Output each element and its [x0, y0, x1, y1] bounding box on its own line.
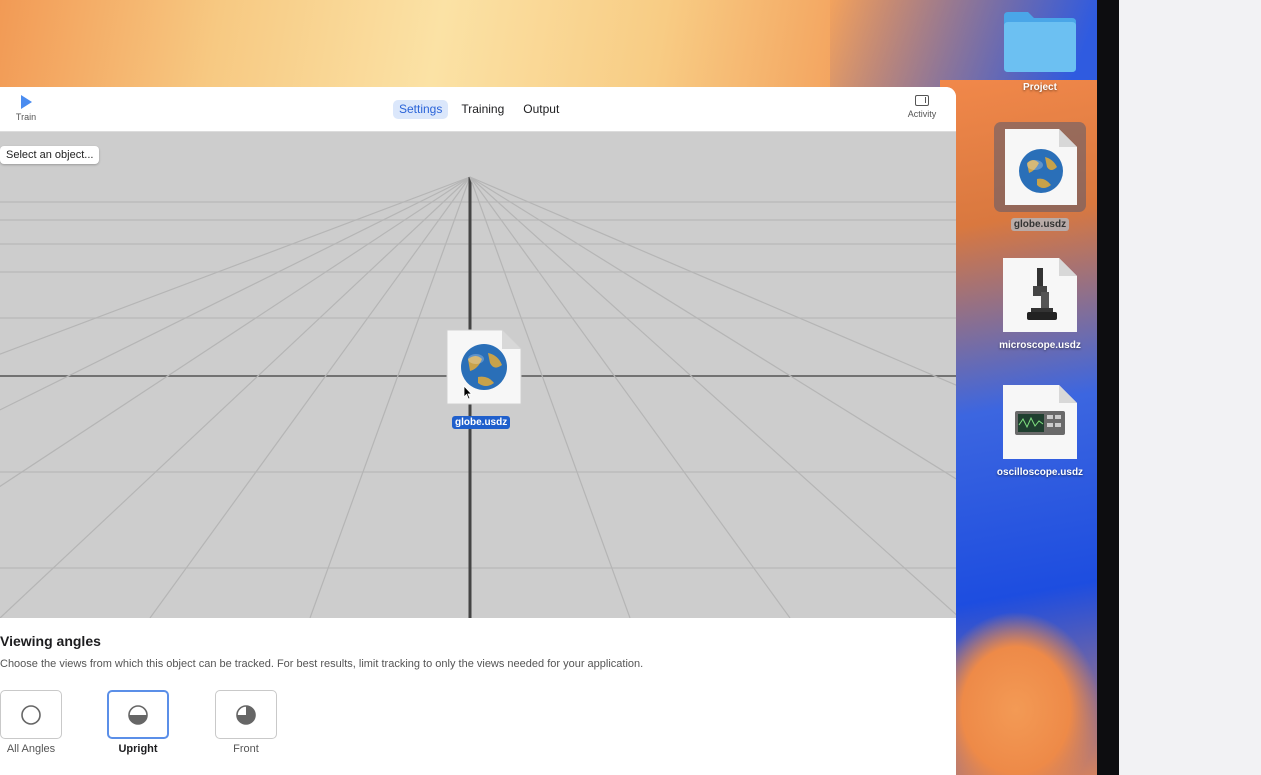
angle-option-box [0, 690, 62, 739]
select-object-button[interactable]: Select an object... [0, 146, 100, 164]
train-button[interactable]: Train [6, 95, 46, 122]
section-description: Choose the views from which this object … [0, 658, 644, 670]
folder-icon [1004, 12, 1076, 72]
circle-quarter-icon [236, 704, 256, 725]
mouse-cursor-icon [463, 385, 473, 400]
viewing-angles-section: Viewing angles Choose the views from whi… [0, 618, 956, 775]
angle-option-box [107, 690, 169, 739]
wallpaper-top-band [0, 0, 1097, 88]
desktop-item-label: Project [1023, 82, 1057, 93]
dragged-globe-file-icon[interactable] [446, 329, 522, 405]
angle-option-label: Upright [118, 743, 158, 755]
desktop-item-label: microscope.usdz [999, 340, 1081, 351]
desktop-item-project[interactable]: Project [990, 8, 1090, 93]
tab-output[interactable]: Output [517, 100, 565, 119]
tab-settings[interactable]: Settings [393, 100, 449, 119]
microscope-file-icon [1003, 258, 1077, 332]
angle-option-label: All Angles [6, 743, 56, 755]
activity-label: Activity [907, 109, 937, 119]
tab-training[interactable]: Training [455, 100, 510, 119]
angle-option-front[interactable]: Front [215, 690, 277, 755]
play-icon [20, 95, 32, 109]
angle-option-all-angles[interactable]: All Angles [0, 690, 62, 755]
desktop-item-globe[interactable]: globe.usdz [990, 122, 1090, 231]
desktop-item-oscilloscope[interactable]: oscilloscope.usdz [990, 383, 1090, 478]
activity-button[interactable]: Activity [902, 95, 942, 119]
desktop-item-label: oscilloscope.usdz [996, 467, 1084, 478]
selection-highlight [994, 122, 1086, 212]
sidebar-icon [915, 95, 929, 106]
desktop-item-microscope[interactable]: microscope.usdz [990, 256, 1090, 351]
section-title: Viewing angles [0, 633, 101, 649]
oscilloscope-file-icon [1003, 385, 1077, 459]
circle-empty-icon [21, 704, 41, 725]
circle-half-bottom-icon [128, 704, 148, 725]
app-window: Train Settings Training Output Activity … [0, 87, 956, 775]
globe-file-icon [1005, 129, 1077, 205]
wallpaper-wave-bottom [956, 560, 1097, 775]
right-panel [1119, 0, 1261, 775]
desktop-item-label: globe.usdz [1010, 218, 1070, 231]
angle-option-label: Front [233, 743, 259, 755]
angle-option-box [215, 690, 277, 739]
toolbar: Train Settings Training Output Activity [0, 87, 956, 132]
tab-bar: Settings Training Output [393, 100, 565, 119]
train-label: Train [15, 112, 37, 122]
screen-bezel [1097, 0, 1119, 775]
dragged-file-label: globe.usdz [452, 416, 511, 429]
angle-option-upright[interactable]: Upright [107, 690, 169, 755]
